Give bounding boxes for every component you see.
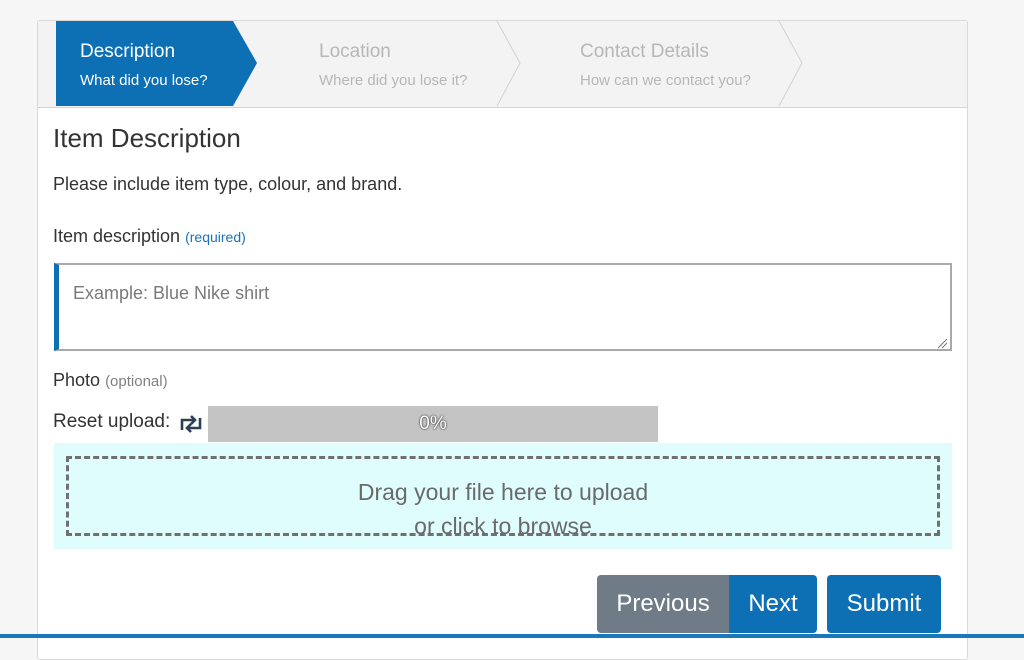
section-title: Item Description (53, 123, 241, 153)
photo-label: Photo (optional) (53, 370, 168, 391)
previous-button[interactable]: Previous (597, 575, 729, 633)
next-button[interactable]: Next (729, 575, 817, 633)
resize-grip-icon[interactable] (936, 337, 948, 349)
label-text: Photo (53, 370, 101, 390)
item-description-textarea[interactable] (54, 263, 952, 351)
optional-marker: (optional) (105, 373, 168, 390)
step-title: Location (319, 41, 391, 62)
dropzone-browse-hint: or click to browse (414, 513, 592, 539)
help-text: Please include item type, colour, and br… (53, 174, 403, 194)
reset-upload-label: Reset upload: (53, 411, 171, 432)
dropzone-instruction: Drag your file here to upload (357, 479, 649, 505)
dropzone-area: Drag your file here to upload or click t… (54, 443, 952, 549)
progress-text: 0% (419, 413, 447, 434)
step-arrow-divider (496, 21, 521, 106)
step-description[interactable]: Description What did you lose? (56, 21, 261, 106)
step-subtitle: Where did you lose it? (319, 72, 468, 89)
step-subtitle: What did you lose? (80, 72, 208, 89)
retweet-icon[interactable] (179, 414, 203, 434)
step-arrow-divider (778, 21, 803, 106)
upload-progress-bar: 0% (208, 406, 658, 442)
step-arrow-active (56, 21, 257, 106)
step-subtitle: How can we contact you? (580, 72, 751, 89)
step-title: Description (80, 41, 176, 62)
step-location[interactable]: Location Where did you lose it? (261, 21, 523, 106)
item-description-label: Item description (required) (53, 226, 246, 247)
step-title: Contact Details (580, 41, 709, 62)
form-card: Description What did you lose? Location … (37, 20, 968, 660)
required-marker: (required) (185, 229, 246, 245)
step-contact-details[interactable]: Contact Details How can we contact you? (523, 21, 808, 106)
label-text: Item description (53, 226, 181, 246)
bottom-accent-bar (0, 634, 1024, 638)
submit-button[interactable]: Submit (827, 575, 941, 633)
file-dropzone[interactable]: Drag your file here to upload or click t… (66, 456, 940, 539)
progress-steps: Description What did you lose? Location … (38, 21, 967, 108)
